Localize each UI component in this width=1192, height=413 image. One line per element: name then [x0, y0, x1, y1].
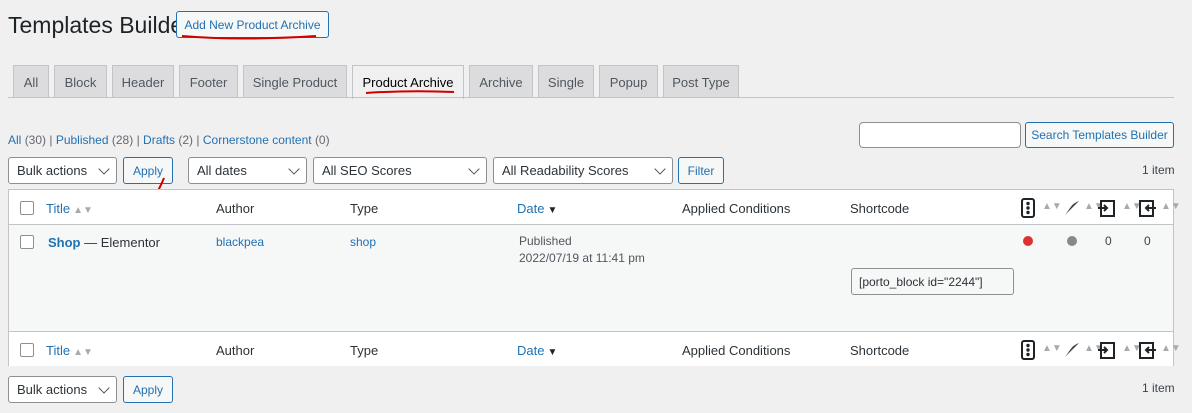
table-header: Title ▲▼ Author Type Date ▼ Applied Condit… — [9, 190, 1181, 225]
templates-table: Title ▲▼ Author Type Date ▼ Applied Condit… — [8, 189, 1181, 366]
row-type-link[interactable]: shop — [350, 235, 376, 249]
readability-feather-icon[interactable] — [1063, 341, 1081, 359]
apply-button[interactable]: Apply — [123, 157, 173, 184]
chevron-down-icon — [468, 163, 480, 175]
table-row: Shop — Elementor blackpea shop Published… — [9, 225, 1173, 331]
sort-down-icon: ▼ — [547, 347, 558, 358]
row-post-state: — Elementor — [84, 235, 160, 250]
row-shortcode-field[interactable]: [porto_block id="2244"] — [851, 268, 1014, 295]
column-author-footer: Author — [216, 343, 255, 358]
tab-footer[interactable]: Footer — [179, 65, 238, 98]
row-date: 2022/07/19 at 11:41 pm — [519, 251, 645, 265]
filter-button[interactable]: Filter — [678, 157, 724, 184]
sort-down-icon: ▼ — [547, 205, 558, 216]
view-cornerstone-link[interactable]: Cornerstone content — [203, 133, 312, 147]
incoming-links-icon[interactable] — [1137, 198, 1157, 218]
items-count: 1 item — [1142, 163, 1175, 177]
sort-arrows-icon: ▲▼ — [1161, 201, 1181, 212]
column-applied-conditions-footer: Applied Conditions — [682, 343, 791, 358]
outgoing-links-icon[interactable] — [1097, 198, 1117, 218]
status-views: All (30) | Published (28) | Drafts (2) |… — [8, 133, 330, 147]
seo-score-select[interactable]: All SEO Scores — [313, 157, 487, 184]
readability-feather-icon[interactable] — [1063, 199, 1081, 217]
seo-score-value: All SEO Scores — [322, 163, 412, 178]
page-title: Templates Builder — [8, 12, 191, 38]
tab-post-type[interactable]: Post Type — [663, 65, 739, 98]
view-all-count: (30) — [24, 133, 47, 147]
sort-arrows-icon: ▲▼ — [73, 205, 93, 216]
chevron-down-icon — [288, 163, 300, 175]
readability-score-dot — [1067, 236, 1077, 246]
sort-arrows-icon: ▲▼ — [1161, 343, 1181, 354]
tab-product-archive[interactable]: Product Archive — [352, 65, 464, 99]
bulk-actions-value: Bulk actions — [17, 163, 88, 178]
column-title-footer[interactable]: Title ▲▼ — [46, 343, 93, 358]
tab-header[interactable]: Header — [112, 65, 174, 98]
readability-score-value: All Readability Scores — [502, 163, 629, 178]
chevron-down-icon — [98, 382, 110, 394]
bulk-actions-select[interactable]: Bulk actions — [8, 157, 117, 184]
view-published-link[interactable]: Published — [56, 133, 109, 147]
sort-arrows-icon: ▲▼ — [73, 347, 93, 358]
items-count-bottom: 1 item — [1142, 381, 1175, 395]
seo-score-icon[interactable] — [1021, 340, 1035, 360]
view-drafts-count: (2) — [178, 133, 194, 147]
search-button[interactable]: Search Templates Builder — [1025, 122, 1174, 148]
column-author: Author — [216, 201, 255, 216]
row-title: Shop — Elementor — [48, 235, 160, 250]
select-all-checkbox[interactable] — [20, 201, 34, 215]
column-type-footer: Type — [350, 343, 379, 358]
sort-arrows-icon: ▲▼ — [1042, 343, 1062, 354]
tabs-divider — [8, 97, 1174, 98]
tab-block[interactable]: Block — [54, 65, 107, 98]
tab-single[interactable]: Single — [538, 65, 594, 98]
column-title[interactable]: Title ▲▼ — [46, 201, 93, 216]
date-filter-select[interactable]: All dates — [188, 157, 307, 184]
tab-all[interactable]: All — [13, 65, 49, 98]
incoming-links-count: 0 — [1144, 234, 1151, 248]
view-published-count: (28) — [111, 133, 134, 147]
row-author-link[interactable]: blackpea — [216, 235, 264, 249]
incoming-links-icon[interactable] — [1137, 340, 1157, 360]
view-cornerstone-count: (0) — [314, 133, 330, 147]
tab-popup[interactable]: Popup — [599, 65, 658, 98]
seo-score-dot — [1023, 236, 1033, 246]
column-date-footer[interactable]: Date ▼ — [517, 343, 557, 358]
column-shortcode: Shortcode — [850, 201, 910, 216]
select-all-checkbox-footer[interactable] — [20, 343, 34, 357]
chevron-down-icon — [654, 163, 666, 175]
chevron-down-icon — [98, 163, 110, 175]
sort-arrows-icon: ▲▼ — [1042, 201, 1062, 212]
seo-score-icon[interactable] — [1021, 198, 1035, 218]
row-checkbox[interactable] — [20, 235, 34, 249]
outgoing-links-count: 0 — [1105, 234, 1112, 248]
bulk-actions-value-bottom: Bulk actions — [17, 382, 88, 397]
bulk-actions-select-bottom[interactable]: Bulk actions — [8, 376, 117, 403]
row-title-link[interactable]: Shop — [48, 235, 81, 250]
apply-button-bottom[interactable]: Apply — [123, 376, 173, 403]
search-input[interactable] — [859, 122, 1021, 148]
column-applied-conditions: Applied Conditions — [682, 201, 791, 216]
row-status: Published — [519, 234, 572, 248]
column-type: Type — [350, 201, 379, 216]
column-date[interactable]: Date ▼ — [517, 201, 557, 216]
column-shortcode-footer: Shortcode — [850, 343, 910, 358]
view-drafts-link[interactable]: Drafts — [143, 133, 175, 147]
add-new-product-archive-button[interactable]: Add New Product Archive — [176, 11, 329, 38]
view-all-link[interactable]: All — [8, 133, 21, 147]
table-footer: Title ▲▼ Author Type Date ▼ Applied Condit… — [9, 331, 1181, 366]
outgoing-links-icon[interactable] — [1097, 340, 1117, 360]
readability-score-select[interactable]: All Readability Scores — [493, 157, 673, 184]
tab-single-product[interactable]: Single Product — [243, 65, 347, 98]
tab-archive[interactable]: Archive — [469, 65, 533, 98]
date-filter-value: All dates — [197, 163, 247, 178]
